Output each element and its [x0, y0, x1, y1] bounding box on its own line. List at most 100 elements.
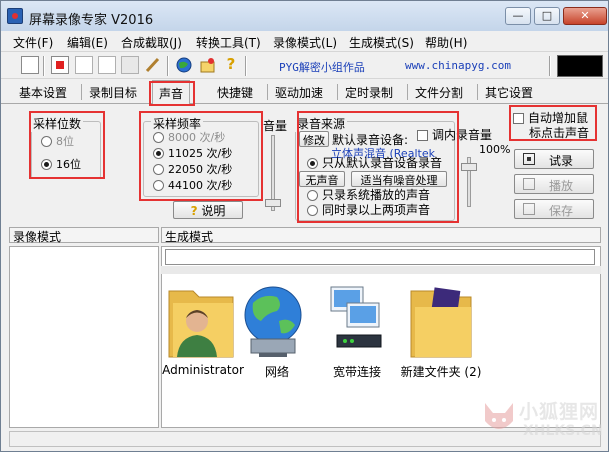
menu-file[interactable]: 文件(F) [13, 34, 53, 51]
play-button[interactable]: 播放 [514, 174, 594, 194]
auto-click-label-line2: 标点击声音 [529, 126, 590, 140]
horizontal-scrollbar[interactable] [161, 266, 601, 274]
preview-panel [557, 55, 603, 77]
menu-convert[interactable]: 转换工具(T) [196, 34, 261, 51]
volume-slider-thumb[interactable] [265, 199, 281, 207]
credit-text: PYG解密小组作品 [279, 61, 365, 74]
maximize-button[interactable]: □ [534, 7, 560, 25]
no-sound-button[interactable]: 无声音 [299, 171, 345, 187]
menu-compose[interactable]: 合成截取(J) [121, 34, 182, 51]
tab-driver-accel[interactable]: 驱动加速 [275, 84, 323, 101]
tab-scheduled-record[interactable]: 定时录制 [345, 84, 393, 101]
app-window: 屏幕录像专家 V2016 — □ ✕ 文件(F) 编辑(E) 合成截取(J) 转… [0, 0, 609, 452]
radio-only-default-device[interactable]: 只从默认录音设备录音 [307, 157, 442, 171]
file-label: 新建文件夹 (2) [400, 365, 482, 379]
tab-separator [337, 84, 338, 100]
file-item-broadband[interactable]: 宽带连接 [317, 277, 397, 379]
fox-logo-icon [485, 403, 513, 429]
pause-icon[interactable] [75, 56, 93, 74]
radio-16bit[interactable]: 16位 [41, 158, 81, 172]
radio-record-both-label: 同时录以上两项声音 [322, 203, 431, 217]
sample-rate-title: 采样频率 [151, 115, 204, 132]
radio-record-both[interactable]: 同时录以上两项声音 [307, 204, 430, 218]
radio-circle [153, 132, 164, 143]
test-record-label: 试录 [549, 154, 574, 168]
radio-22050[interactable]: 22050 次/秒 [153, 163, 232, 177]
tab-record-target[interactable]: 录制目标 [89, 84, 137, 101]
test-record-button[interactable]: 试录 [514, 149, 594, 169]
tab-separator [407, 84, 408, 100]
broadband-connection-icon [330, 286, 382, 348]
folder-icon [410, 287, 472, 358]
tab-basic-settings[interactable]: 基本设置 [19, 84, 67, 101]
noise-process-button[interactable]: 适当有噪音处理 [351, 171, 447, 187]
radio-circle [153, 164, 164, 175]
stop-icon[interactable] [98, 56, 116, 74]
tab-file-split[interactable]: 文件分割 [415, 84, 463, 101]
tab-sound[interactable]: 声音 [152, 80, 191, 104]
radio-only-system[interactable]: 只录系统播放的声音 [307, 189, 430, 203]
radio-only-default-label: 只从默认录音设备录音 [322, 156, 443, 170]
menu-bar: 文件(F) 编辑(E) 合成截取(J) 转换工具(T) 录像模式(L) 生成模式… [1, 31, 608, 51]
tab-hotkeys[interactable]: 快捷键 [217, 84, 253, 101]
auto-click-label-line1: 自动增加鼠 [528, 111, 589, 125]
save-button[interactable]: 保存 [514, 199, 594, 219]
record-square-inner [527, 157, 531, 161]
user-folder-icon [168, 290, 234, 358]
close-button[interactable]: ✕ [563, 7, 607, 25]
menu-generate-mode[interactable]: 生成模式(S) [349, 34, 414, 51]
menu-edit[interactable]: 编辑(E) [67, 34, 108, 51]
radio-8bit[interactable]: 8位 [41, 135, 74, 149]
radio-8000[interactable]: 8000 次/秒 [153, 131, 225, 145]
radio-8bit-label: 8位 [56, 135, 74, 148]
tab-separator [477, 84, 478, 100]
watermark: 小狐狸网 XHLKS.CN [477, 397, 607, 447]
tab-separator [81, 84, 82, 100]
help-question-icon[interactable]: ? [222, 56, 240, 74]
in-record-volume-percent: 100% [479, 143, 511, 156]
radio-circle [153, 148, 164, 159]
new-file-icon[interactable] [21, 56, 39, 74]
path-field[interactable] [165, 249, 595, 265]
toolbar: ? PYG解密小组作品 www.chinapyg.com [1, 51, 608, 79]
toolbar-separator [549, 56, 551, 76]
toolbar-separator [245, 56, 247, 76]
radio-circle [153, 180, 164, 191]
file-item-administrator[interactable]: Administrator [162, 277, 244, 377]
radio-44100[interactable]: 44100 次/秒 [153, 179, 232, 193]
menu-help[interactable]: 帮助(H) [425, 34, 467, 51]
camera-icon[interactable] [121, 56, 139, 74]
adjust-volume-label: 调内录音量 [432, 128, 493, 142]
radio-11025[interactable]: 11025 次/秒 [153, 147, 232, 161]
record-icon[interactable] [51, 56, 69, 74]
volume-label: 音量 [263, 119, 288, 133]
record-mode-pane-header[interactable]: 录像模式 [9, 227, 159, 244]
minimize-button[interactable]: — [505, 7, 531, 25]
in-record-volume-thumb[interactable] [461, 163, 477, 171]
file-item-network[interactable]: 网络 [237, 277, 317, 379]
help-button-label: 说明 [201, 204, 226, 218]
globe-icon[interactable] [175, 56, 193, 74]
help-button[interactable]: ? 说明 [173, 201, 243, 219]
record-list-pane[interactable] [9, 246, 159, 428]
radio-circle [307, 158, 318, 169]
record-source-title: 录音来源 [295, 115, 348, 132]
auto-click-sound-checkbox[interactable]: 自动增加鼠 标点击声音 [513, 111, 589, 141]
tab-separator [267, 84, 268, 100]
record-dot [56, 61, 64, 69]
radio-circle [307, 205, 318, 216]
settings-icon[interactable] [199, 56, 217, 74]
toolbar-separator [167, 56, 169, 76]
file-item-new-folder[interactable]: 新建文件夹 (2) [401, 277, 481, 379]
tab-other-settings[interactable]: 其它设置 [485, 84, 533, 101]
title-bar[interactable]: 屏幕录像专家 V2016 — □ ✕ [1, 1, 608, 31]
adjust-volume-checkbox[interactable]: 调内录音量 [417, 126, 492, 143]
generate-mode-pane-header[interactable]: 生成模式 [161, 227, 601, 244]
radio-11025-label: 11025 次/秒 [168, 147, 233, 160]
radio-circle [307, 190, 318, 201]
website-url[interactable]: www.chinapyg.com [405, 59, 511, 72]
modify-button[interactable]: 修改 [299, 131, 329, 147]
pen-icon[interactable] [144, 56, 162, 74]
checkbox-box [417, 130, 428, 141]
menu-record-mode[interactable]: 录像模式(L) [273, 34, 337, 51]
